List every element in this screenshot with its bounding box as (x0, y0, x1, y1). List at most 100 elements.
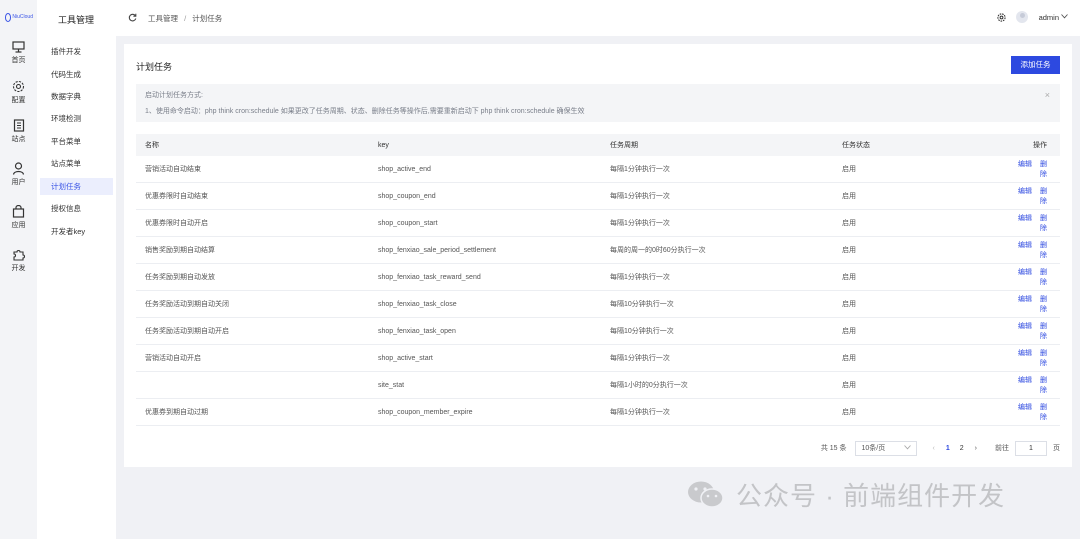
cell-key: shop_coupon_member_expire (369, 398, 601, 426)
delete-link[interactable]: 删除 (1040, 404, 1047, 421)
cell-period: 每隔10分钟执行一次 (601, 317, 833, 345)
logo-mark-icon (5, 12, 12, 22)
cell-ops: 编辑 删除 (1001, 209, 1060, 237)
goto-label: 前往 (995, 445, 1009, 452)
table-row: 营销活动自动结束 shop_active_end 每隔1分钟执行一次 启用 编辑… (136, 156, 1060, 183)
table-row: 优惠券限时自动结束 shop_coupon_end 每隔1分钟执行一次 启用 编… (136, 182, 1060, 210)
rail-item-home[interactable]: 首页 (0, 41, 37, 65)
chevron-down-icon[interactable] (1061, 14, 1068, 19)
avatar[interactable] (1016, 11, 1028, 23)
add-task-button[interactable]: 添加任务 (1011, 56, 1060, 74)
delete-link[interactable]: 删除 (1040, 242, 1047, 259)
submenu-item-codegen[interactable]: 代码生成 (40, 66, 113, 83)
page-size-value: 10条/页 (861, 444, 886, 452)
rail-label: 用户 (11, 179, 26, 186)
cell-status: 启用 (833, 156, 1001, 183)
submenu-item-devkey[interactable]: 开发者key (40, 223, 113, 240)
submenu-item-site-menu[interactable]: 站点菜单 (40, 155, 113, 172)
goto-page-input[interactable]: 1 (1015, 440, 1047, 456)
submenu-item-platform-menu[interactable]: 平台菜单 (40, 133, 113, 150)
cell-name: 优惠券到期自动过期 (136, 398, 369, 426)
cell-key: shop_fenxiao_task_close (369, 290, 601, 318)
cell-period: 每隔1分钟执行一次 (601, 182, 833, 210)
breadcrumb: 工具管理 / 计划任务 (148, 13, 222, 24)
table-row: 营销活动自动开启 shop_active_start 每隔1分钟执行一次 启用 … (136, 344, 1060, 372)
cell-period: 每隔1分钟执行一次 (601, 209, 833, 237)
cell-status: 启用 (833, 236, 1001, 264)
table-header: 名称 key 任务周期 任务状态 操作 (136, 134, 1060, 156)
page-2-button[interactable]: 2 (960, 445, 964, 452)
cell-period: 每周的周一的0时60分执行一次 (601, 236, 833, 264)
logo-text: NiuCloud (12, 14, 33, 20)
breadcrumb-item[interactable]: 工具管理 (148, 14, 178, 23)
close-icon[interactable]: × (1045, 90, 1050, 100)
edit-link[interactable]: 编辑 (1018, 269, 1032, 276)
rail-item-site[interactable]: 站点 (0, 119, 37, 144)
table-row: 优惠券限时自动开启 shop_coupon_start 每隔1分钟执行一次 启用… (136, 209, 1060, 237)
cell-name (136, 371, 369, 399)
edit-link[interactable]: 编辑 (1018, 161, 1032, 168)
cell-ops: 编辑 删除 (1001, 398, 1060, 426)
cell-ops: 编辑 删除 (1001, 182, 1060, 210)
cell-ops: 编辑 删除 (1001, 317, 1060, 345)
submenu-item-dict[interactable]: 数据字典 (40, 88, 113, 105)
main-card: 计划任务 添加任务 启动计划任务方式: 1、使用命令启动：php think c… (124, 44, 1072, 467)
prev-page-button[interactable]: ‹ (933, 445, 935, 452)
page-size-select[interactable]: 10条/页 (854, 440, 917, 456)
edit-link[interactable]: 编辑 (1018, 404, 1032, 411)
edit-link[interactable]: 编辑 (1018, 215, 1032, 222)
page-1-button[interactable]: 1 (946, 445, 950, 452)
col-header-status: 任务状态 (833, 134, 1001, 156)
chevron-down-icon (903, 444, 911, 449)
next-page-button[interactable]: › (975, 445, 977, 452)
submenu-item-schedule[interactable]: 计划任务 (40, 178, 113, 195)
edit-link[interactable]: 编辑 (1018, 242, 1032, 249)
delete-link[interactable]: 删除 (1040, 296, 1047, 313)
delete-link[interactable]: 删除 (1040, 215, 1047, 232)
rail-item-apps[interactable]: 应用 (0, 205, 37, 230)
submenu-item-env[interactable]: 环境检测 (40, 110, 113, 127)
bag-icon (12, 205, 25, 218)
cell-key: shop_fenxiao_sale_period_settlement (369, 236, 601, 264)
edit-link[interactable]: 编辑 (1018, 188, 1032, 195)
settings-gear-icon[interactable] (997, 13, 1006, 22)
cell-period: 每隔1分钟执行一次 (601, 344, 833, 372)
submenu-item-plugin[interactable]: 插件开发 (40, 43, 113, 60)
user-icon (12, 162, 25, 175)
table-row: 任务奖励活动到期自动关闭 shop_fenxiao_task_close 每隔1… (136, 290, 1060, 318)
rail-item-dev[interactable]: 开发 (0, 248, 37, 273)
total-count: 共 15 条 (820, 445, 847, 452)
delete-link[interactable]: 删除 (1040, 188, 1047, 205)
cell-status: 启用 (833, 182, 1001, 210)
gear-icon (12, 80, 25, 93)
refresh-icon[interactable] (128, 13, 137, 22)
edit-link[interactable]: 编辑 (1018, 377, 1032, 384)
wechat-icon (688, 481, 724, 508)
delete-link[interactable]: 删除 (1040, 323, 1047, 340)
cell-name: 任务奖励活动到期自动关闭 (136, 290, 369, 318)
rail-item-config[interactable]: 配置 (0, 80, 37, 105)
cell-ops: 编辑 删除 (1001, 371, 1060, 399)
delete-link[interactable]: 删除 (1040, 161, 1047, 178)
cell-ops: 编辑 删除 (1001, 344, 1060, 372)
delete-link[interactable]: 删除 (1040, 269, 1047, 286)
cell-name: 优惠券限时自动开启 (136, 209, 369, 237)
cell-ops: 编辑 删除 (1001, 156, 1060, 183)
table-row: site_stat 每隔1小时的0分执行一次 启用 编辑 删除 (136, 371, 1060, 399)
cell-status: 启用 (833, 344, 1001, 372)
submenu: 工具管理 插件开发 代码生成 数据字典 环境检测 平台菜单 站点菜单 计划任务 … (37, 0, 116, 539)
rail-item-user[interactable]: 用户 (0, 162, 37, 187)
cell-ops: 编辑 删除 (1001, 263, 1060, 291)
page-title: 计划任务 (136, 62, 173, 72)
table-row: 任务奖励活动到期自动开启 shop_fenxiao_task_open 每隔10… (136, 317, 1060, 345)
edit-link[interactable]: 编辑 (1018, 323, 1032, 330)
submenu-item-auth[interactable]: 授权信息 (40, 200, 113, 217)
brand-logo[interactable]: NiuCloud (5, 11, 33, 23)
edit-link[interactable]: 编辑 (1018, 350, 1032, 357)
cell-name: 任务奖励活动到期自动开启 (136, 317, 369, 345)
username[interactable]: admin (1039, 13, 1059, 22)
cell-key: shop_coupon_end (369, 182, 601, 210)
delete-link[interactable]: 删除 (1040, 377, 1047, 394)
edit-link[interactable]: 编辑 (1018, 296, 1032, 303)
delete-link[interactable]: 删除 (1040, 350, 1047, 367)
